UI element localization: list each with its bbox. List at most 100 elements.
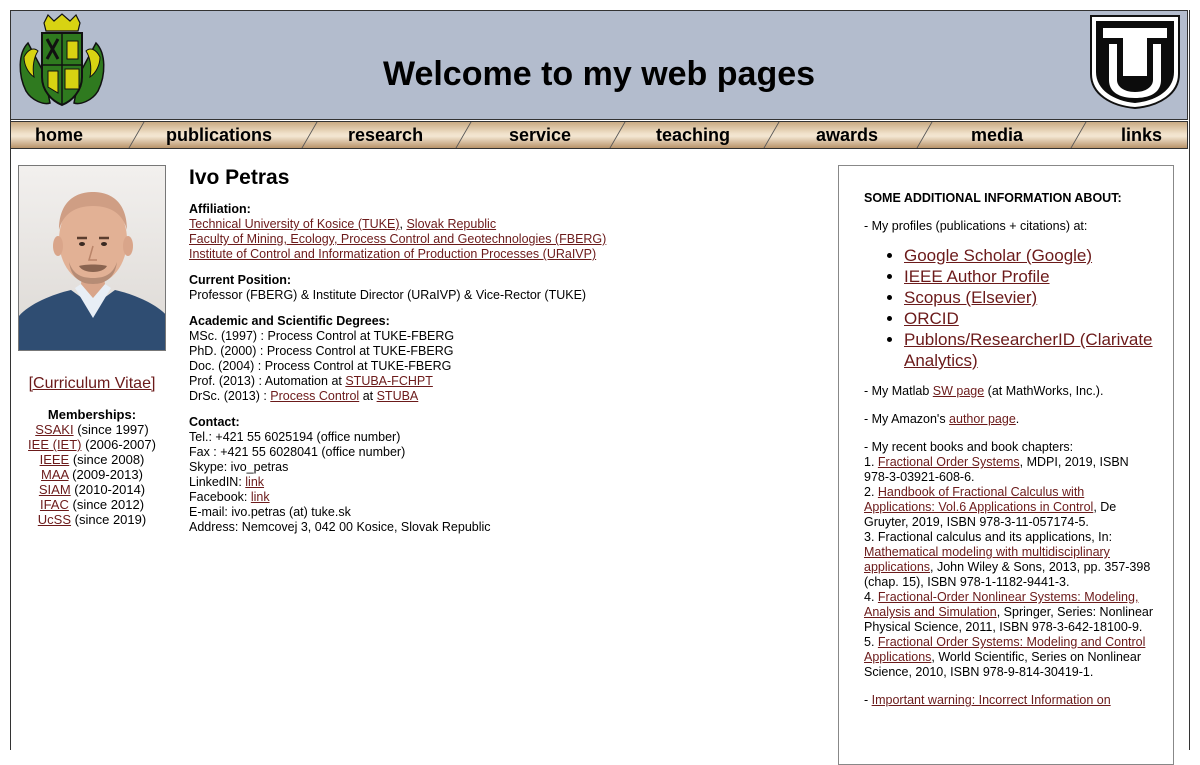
profiles-intro: - My profiles (publications + citations)…: [864, 219, 1088, 233]
uraivp-link[interactable]: Institute of Control and Informatization…: [189, 247, 596, 261]
contact-skype: Skype: ivo_petras: [189, 460, 289, 474]
page-title: Welcome to my web pages: [382, 55, 816, 93]
nav-separator: [916, 122, 933, 148]
scopus-link[interactable]: Scopus (Elsevier): [904, 288, 1037, 307]
list-item: SSAKI (since 1997): [18, 422, 166, 437]
nav-separator: [128, 122, 145, 148]
membership-ieee-link[interactable]: IEEE: [40, 452, 70, 467]
membership-ucss-link[interactable]: UcSS: [38, 512, 71, 527]
warning-dash: -: [864, 693, 872, 707]
book-item-3: 3. Fractional calculus and its applicati…: [864, 530, 1154, 590]
process-control-link[interactable]: Process Control: [270, 389, 359, 403]
book-link-fractional-order-systems[interactable]: Fractional Order Systems: [878, 455, 1020, 469]
book-item-5: 5. Fractional Order Systems: Modeling an…: [864, 635, 1154, 680]
additional-info-heading: SOME ADDITIONAL INFORMATION ABOUT:: [864, 191, 1122, 205]
tuke-link[interactable]: Technical University of Kosice (TUKE): [189, 217, 399, 231]
curriculum-vitae-link[interactable]: [Curriculum Vitae]: [29, 375, 156, 392]
membership-years: (since 1997): [77, 422, 149, 437]
matlab-sw-page-link[interactable]: SW page: [933, 384, 984, 398]
nav-separator: [301, 122, 318, 148]
amazon-line: - My Amazon's author page.: [864, 412, 1154, 427]
nav-media[interactable]: media: [971, 125, 1023, 146]
ieee-author-profile-link[interactable]: IEEE Author Profile: [904, 267, 1050, 286]
orcid-link[interactable]: ORCID: [904, 309, 959, 328]
facebook-link[interactable]: link: [251, 490, 270, 504]
site-header: Welcome to my web pages: [10, 10, 1188, 120]
list-item: UcSS (since 2019): [18, 512, 166, 527]
book-number: 1.: [864, 455, 878, 469]
list-item: Google Scholar (Google): [904, 245, 1154, 266]
degree-drsc-at: at: [359, 389, 377, 403]
membership-years: (since 2008): [72, 452, 145, 467]
membership-years: (since 2019): [74, 512, 147, 527]
membership-ifac-link[interactable]: IFAC: [40, 497, 69, 512]
position-text: Professor (FBERG) & Institute Director (…: [189, 288, 587, 302]
matlab-text: - My Matlab: [864, 384, 933, 398]
linkedin-link[interactable]: link: [245, 475, 264, 489]
affiliation-section: Affiliation: Technical University of Kos…: [189, 202, 809, 262]
book-number: 5.: [864, 635, 878, 649]
contact-linkedin: LinkedIN: link: [189, 475, 809, 490]
degrees-heading: Academic and Scientific Degrees:: [189, 314, 390, 328]
list-item: ORCID: [904, 308, 1154, 329]
books-intro: - My recent books and book chapters:: [864, 440, 1074, 454]
book-item-4: 4. Fractional-Order Nonlinear Systems: M…: [864, 590, 1154, 635]
curriculum-vitae-block: [Curriculum Vitae]: [18, 375, 166, 393]
contact-heading: Contact:: [189, 415, 240, 429]
amazon-text: - My Amazon's: [864, 412, 950, 426]
warning-line: - Important warning: Incorrect Informati…: [864, 693, 1154, 708]
nav-research[interactable]: research: [348, 125, 423, 146]
main-content: Ivo Petras Affiliation: Technical Univer…: [189, 166, 809, 546]
book-item-1: 1. Fractional Order Systems, MDPI, 2019,…: [864, 455, 1154, 485]
person-name: Ivo Petras: [189, 166, 290, 189]
list-item: Scopus (Elsevier): [904, 287, 1154, 308]
degree-doc: Doc. (2004) : Process Control at TUKE-FB…: [189, 359, 452, 373]
contact-section: Contact: Tel.: +421 55 6025194 (office n…: [189, 415, 809, 535]
membership-iee-link[interactable]: IEE (IET): [28, 437, 81, 452]
membership-siam-link[interactable]: SIAM: [39, 482, 71, 497]
nav-teaching[interactable]: teaching: [656, 125, 730, 146]
affiliation-heading: Affiliation:: [189, 202, 251, 216]
contact-email: E-mail: ivo.petras (at) tuke.sk: [189, 505, 351, 519]
membership-maa-link[interactable]: MAA: [41, 467, 68, 482]
nav-home[interactable]: home: [35, 125, 83, 146]
degree-drsc: DrSc. (2013) : Process Control at STUBA: [189, 389, 809, 404]
list-item: IEEE Author Profile: [904, 266, 1154, 287]
list-item: IEEE (since 2008): [18, 452, 166, 467]
degree-msc: MSc. (1997) : Process Control at TUKE-FB…: [189, 329, 455, 343]
contact-address: Address: Nemcovej 3, 042 00 Kosice, Slov…: [189, 520, 491, 534]
nav-separator: [455, 122, 472, 148]
main-nav: home publications research service teach…: [10, 121, 1188, 149]
degree-prof: Prof. (2013) : Automation at STUBA-FCHPT: [189, 374, 809, 389]
nav-links[interactable]: links: [1121, 125, 1162, 146]
memberships-title: Memberships:: [47, 407, 137, 422]
position-section: Current Position: Professor (FBERG) & In…: [189, 273, 809, 303]
stuba-link[interactable]: STUBA: [377, 389, 419, 403]
book-details: 3. Fractional calculus and its applicati…: [864, 530, 1113, 544]
google-scholar-link[interactable]: Google Scholar (Google): [904, 246, 1092, 265]
important-warning-link[interactable]: Important warning: Incorrect Information…: [872, 693, 1111, 707]
position-heading: Current Position:: [189, 273, 292, 287]
list-item: Publons/ResearcherID (Clarivate Analytic…: [904, 329, 1154, 371]
nav-publications[interactable]: publications: [166, 125, 272, 146]
book-link-handbook[interactable]: Handbook of Fractional Calculus with App…: [864, 485, 1093, 514]
slovak-republic-link[interactable]: Slovak Republic: [406, 217, 496, 231]
fberg-link[interactable]: Faculty of Mining, Ecology, Process Cont…: [189, 232, 606, 246]
book-number: 2.: [864, 485, 878, 499]
nav-service[interactable]: service: [509, 125, 571, 146]
nav-awards[interactable]: awards: [816, 125, 878, 146]
membership-years: (since 2012): [72, 497, 145, 512]
membership-years: (2009-2013): [72, 467, 143, 482]
stuba-fchpt-link[interactable]: STUBA-FCHPT: [345, 374, 433, 388]
contact-facebook: Facebook: link: [189, 490, 809, 505]
membership-years: (2010-2014): [74, 482, 146, 497]
membership-ssaki-link[interactable]: SSAKI: [35, 422, 73, 437]
amazon-author-page-link[interactable]: author page: [949, 412, 1016, 426]
list-item: IFAC (since 2012): [18, 497, 166, 512]
nav-separator: [609, 122, 626, 148]
list-item: MAA (2009-2013): [18, 467, 166, 482]
degrees-section: Academic and Scientific Degrees: MSc. (1…: [189, 314, 809, 404]
degree-phd: PhD. (2000) : Process Control at TUKE-FB…: [189, 344, 454, 358]
publons-link[interactable]: Publons/ResearcherID (Clarivate Analytic…: [904, 330, 1153, 370]
book-number: 4.: [864, 590, 878, 604]
